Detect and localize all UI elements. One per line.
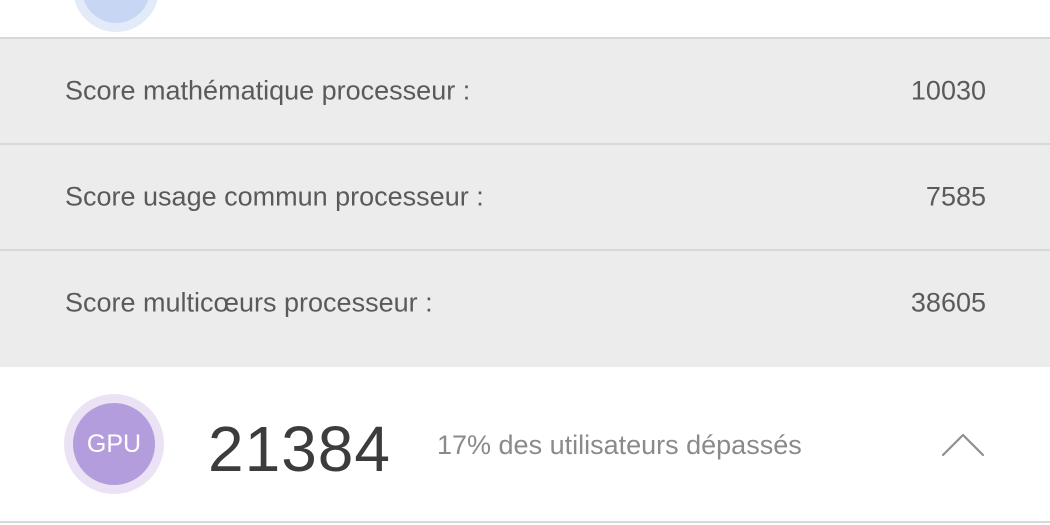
chevron-up-icon[interactable] (939, 427, 987, 463)
row-label: Score usage commun processeur : (65, 181, 484, 212)
row-label: Score mathématique processeur : (65, 75, 471, 106)
cpu-math-score-row: Score mathématique processeur : 10030 (0, 37, 1050, 143)
gpu-badge-label: GPU (86, 429, 142, 458)
gpu-score: 21384 (208, 413, 391, 485)
gpu-percent-text: 17% des utilisateurs dépassés (437, 430, 802, 460)
gpu-badge: GPU (73, 403, 155, 485)
cpu-multicore-score-row: Score multicœurs processeur : 38605 (0, 249, 1050, 355)
divider (0, 521, 1050, 523)
cpu-detail-list: Score mathématique processeur : 10030 Sc… (0, 37, 1050, 367)
cpu-common-usage-score-row: Score usage commun processeur : 7585 (0, 143, 1050, 249)
row-value: 7585 (925, 181, 986, 212)
row-value: 38605 (910, 287, 986, 318)
previous-section-edge (0, 0, 1050, 37)
row-value: 10030 (910, 75, 986, 106)
gpu-score-row[interactable]: GPU 21384 17% des utilisateurs dépassés (0, 367, 1050, 521)
row-label: Score multicœurs processeur : (65, 287, 433, 318)
